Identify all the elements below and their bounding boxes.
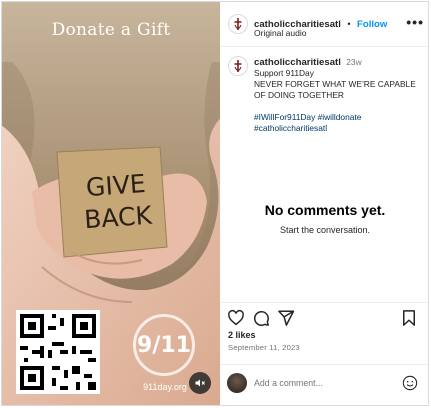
author-avatar[interactable] bbox=[228, 14, 248, 34]
mute-button[interactable] bbox=[189, 372, 211, 394]
post-side-panel: catholiccharitiesatl • Follow Original a… bbox=[220, 2, 428, 405]
cross-logo-icon bbox=[234, 60, 242, 72]
card-line-2: BACK bbox=[83, 200, 153, 235]
hashtags-line-2[interactable]: #catholiccharitiesatl bbox=[254, 123, 426, 134]
heart-icon[interactable] bbox=[227, 309, 245, 327]
card-handwriting: GIVE BACK bbox=[70, 167, 164, 237]
caption-age[interactable]: 23w bbox=[346, 57, 361, 67]
speaker-muted-icon bbox=[195, 379, 205, 387]
post-frame: Donate a Gift GIVE BACK 9/11 911day.org … bbox=[1, 1, 429, 406]
comment-icon[interactable] bbox=[252, 309, 270, 327]
likes-count[interactable]: 2 likes bbox=[228, 330, 256, 340]
post-caption: catholiccharitiesatl 23w Support 911Day … bbox=[254, 57, 426, 134]
911-badge: 9/11 bbox=[133, 314, 195, 376]
no-comments-title: No comments yet. bbox=[264, 202, 386, 218]
caption-avatar[interactable] bbox=[228, 56, 248, 76]
add-comment-input[interactable] bbox=[254, 378, 384, 388]
post-media[interactable]: Donate a Gift GIVE BACK 9/11 911day.org bbox=[2, 2, 220, 405]
media-title: Donate a Gift bbox=[51, 20, 171, 40]
caption-username[interactable]: catholiccharitiesatl bbox=[254, 57, 341, 68]
original-audio-link[interactable]: Original audio bbox=[254, 28, 306, 38]
cross-logo-icon bbox=[234, 18, 242, 30]
caption-line-1: Support 911Day bbox=[254, 68, 314, 78]
no-comments-subtitle: Start the conversation. bbox=[279, 225, 371, 235]
header-separator: • bbox=[347, 19, 351, 29]
emoji-icon[interactable] bbox=[402, 375, 418, 391]
more-options-button[interactable]: ••• bbox=[406, 14, 424, 30]
bookmark-icon[interactable] bbox=[400, 309, 418, 327]
viewer-avatar bbox=[227, 373, 247, 393]
share-icon[interactable] bbox=[277, 309, 295, 327]
post-date[interactable]: September 11, 2023 bbox=[228, 343, 300, 352]
caption-line-2: NEVER FORGET WHAT WE’RE CAPABLE bbox=[254, 79, 416, 89]
qr-code bbox=[16, 310, 100, 394]
caption-line-3: OF DOING TOGETHER bbox=[254, 90, 344, 100]
comment-bar bbox=[220, 364, 428, 405]
post-header: catholiccharitiesatl • Follow Original a… bbox=[220, 2, 428, 47]
action-bar bbox=[220, 302, 428, 329]
hashtags-line-1[interactable]: #IWillFor911Day #iwilldonate bbox=[254, 112, 426, 123]
follow-button[interactable]: Follow bbox=[357, 19, 387, 30]
